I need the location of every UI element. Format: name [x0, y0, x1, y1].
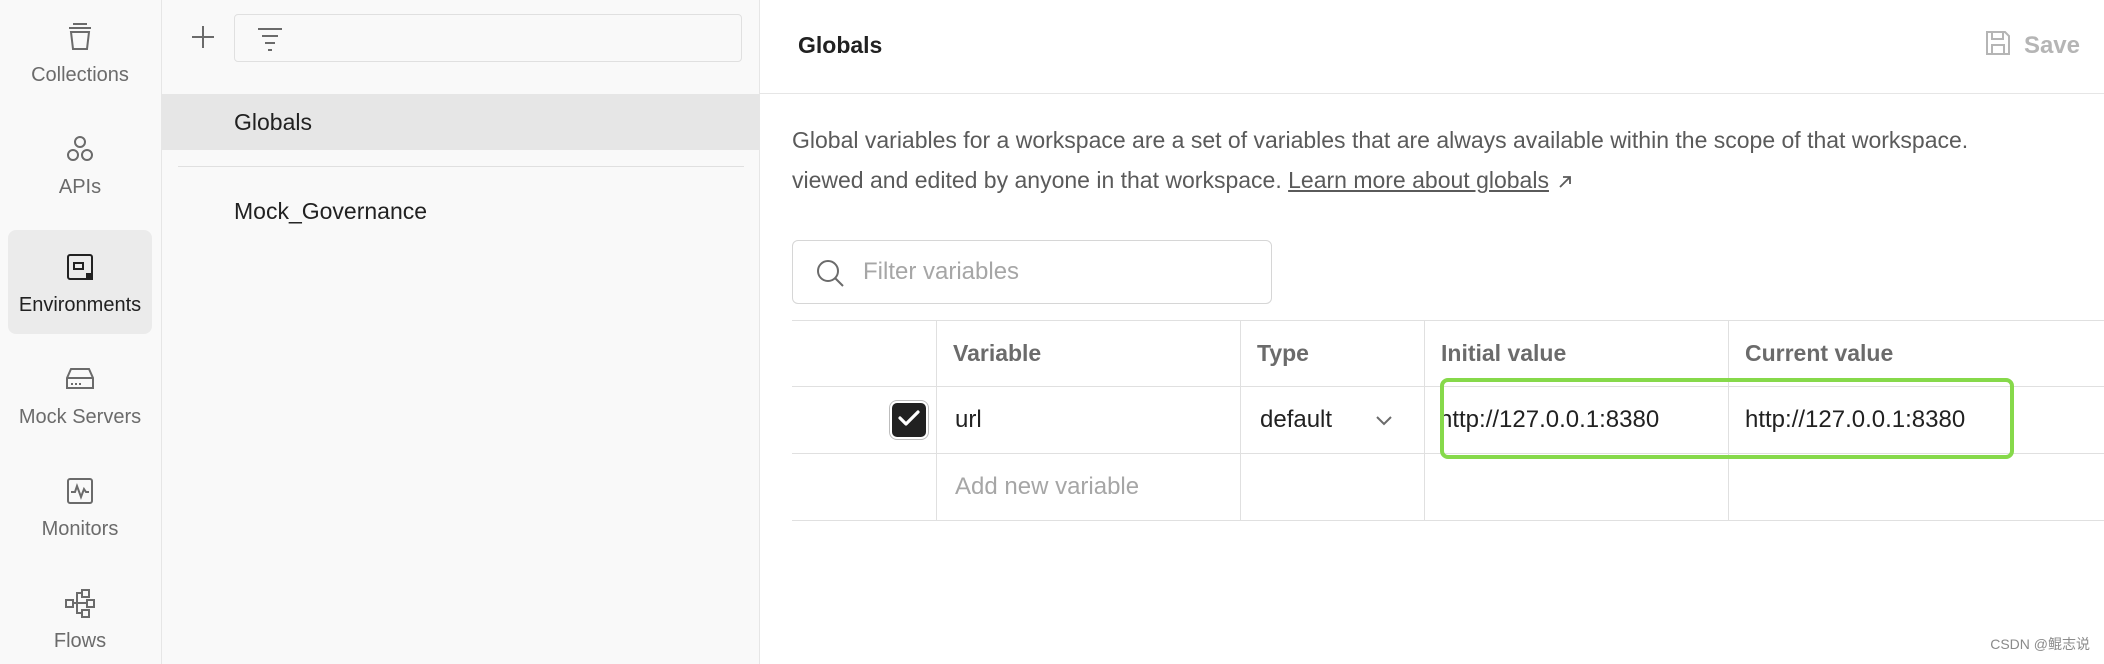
sidebar-item-environments[interactable]: Environments — [8, 230, 152, 334]
sidebar-item-label: APIs — [58, 176, 102, 198]
description-line: Global variables for a workspace are a s… — [792, 127, 1969, 153]
sidebar-item-label: Monitors — [41, 518, 119, 540]
column-header-type: Type — [1257, 339, 1309, 366]
current-value-cell[interactable]: http://127.0.0.1:8380 — [1729, 387, 2104, 453]
sidebar-item-mock-servers[interactable]: Mock Servers — [8, 342, 152, 446]
collections-icon — [63, 20, 97, 54]
variable-type-select[interactable]: default — [1240, 387, 1424, 452]
initial-value-cell[interactable]: http://127.0.0.1:8380 — [1425, 387, 1728, 453]
column-header-current-value: Current value — [1745, 339, 1894, 366]
description: Global variables for a workspace are a s… — [792, 120, 2104, 202]
divider — [178, 166, 744, 167]
save-label: Save — [2023, 32, 2080, 59]
chevron-down-icon — [1374, 409, 1394, 437]
filter-variables-field — [792, 240, 1272, 304]
variable-enabled-checkbox[interactable] — [892, 403, 926, 437]
description-text: viewed and edited by anyone in that work… — [792, 167, 1282, 193]
column-header-variable: Variable — [953, 339, 1042, 366]
external-link-icon — [1557, 162, 1573, 202]
main-pane: Globals Save Global variables for a work… — [760, 0, 2104, 664]
filter-variables-input[interactable] — [863, 241, 1263, 303]
sidebar-item-monitors[interactable]: Monitors — [8, 454, 152, 558]
plus-icon — [190, 24, 216, 55]
save-icon — [1984, 29, 2012, 64]
variable-name-cell[interactable]: url — [937, 387, 1240, 453]
create-environment-button[interactable] — [182, 18, 224, 60]
environment-item-label: Mock_Governance — [234, 197, 428, 224]
table-border — [792, 520, 2104, 521]
environment-filter-input[interactable] — [234, 14, 742, 62]
checkmark-icon — [898, 409, 920, 432]
save-button[interactable]: Save — [1984, 28, 2080, 64]
app-window: Collections APIs Environments Mock Serve… — [0, 0, 2104, 664]
main-header: Globals Save — [760, 0, 2104, 94]
apis-icon — [63, 132, 97, 166]
variable-type-value: default — [1260, 405, 1333, 433]
column-header-initial-value: Initial value — [1441, 339, 1567, 366]
sidebar-item-apis[interactable]: APIs — [8, 112, 152, 216]
environment-list-pane: Globals Mock_Governance — [162, 0, 760, 664]
sidebar-item-label: Collections — [31, 64, 129, 86]
add-new-variable-input[interactable]: Add new variable — [937, 454, 1240, 520]
environment-item-label: Globals — [234, 108, 312, 135]
learn-more-link[interactable]: Learn more about globals — [1288, 167, 1549, 193]
environment-item-globals[interactable]: Globals — [162, 94, 760, 150]
page-title: Globals — [798, 32, 883, 58]
monitors-icon — [63, 474, 97, 508]
sidebar-rail: Collections APIs Environments Mock Serve… — [0, 0, 162, 664]
flows-icon — [63, 586, 97, 620]
sidebar-item-label: Environments — [18, 294, 142, 316]
sidebar-item-label: Mock Servers — [18, 406, 142, 428]
mock-servers-icon — [63, 362, 97, 396]
watermark: CSDN @鲲志说 — [1990, 636, 2090, 652]
environment-item-mock-governance[interactable]: Mock_Governance — [162, 183, 760, 239]
sidebar-item-collections[interactable]: Collections — [8, 0, 152, 104]
variables-table: Variable Type Initial value Current valu… — [792, 320, 2104, 521]
environments-icon — [63, 250, 97, 284]
description-line-2: viewed and edited by anyone in that work… — [792, 160, 2104, 202]
search-icon — [815, 258, 845, 293]
filter-icon — [255, 25, 285, 58]
sidebar-item-label: Flows — [53, 630, 107, 652]
sidebar-item-flows[interactable]: Flows — [8, 566, 152, 664]
